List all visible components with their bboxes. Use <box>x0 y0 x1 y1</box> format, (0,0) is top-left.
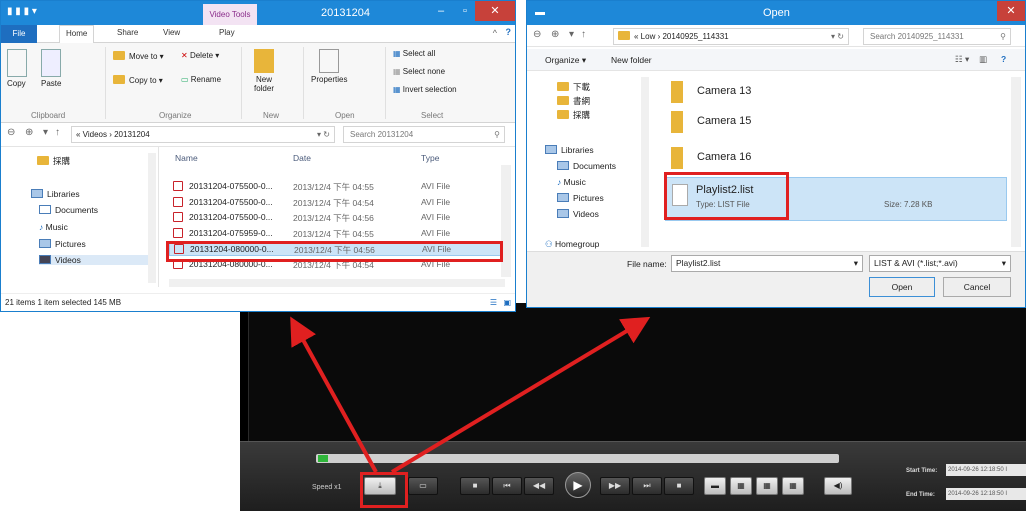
arrow-to-open-dialog <box>390 316 651 474</box>
annotation-arrows <box>290 316 651 474</box>
arrow-to-explorer <box>290 316 378 473</box>
